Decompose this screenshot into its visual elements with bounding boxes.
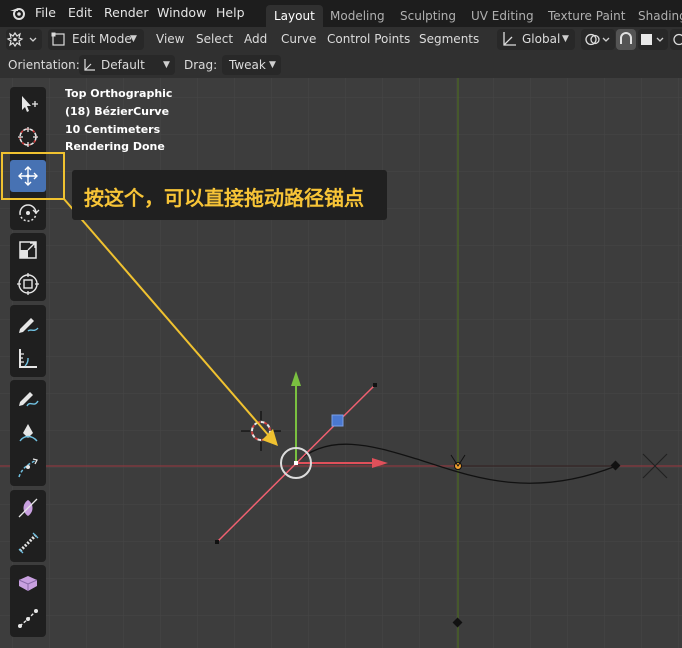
orientation-setting-label: Orientation: xyxy=(8,58,80,72)
view-name: Top Orthographic xyxy=(65,87,173,100)
grid-scale: 10 Centimeters xyxy=(65,123,161,136)
mode-label: Edit Mode xyxy=(72,32,132,46)
cursor-target-icon xyxy=(18,127,38,147)
curve-tilt-icon xyxy=(18,458,38,478)
render-status: Rendering Done xyxy=(65,140,165,153)
handle-point[interactable] xyxy=(215,540,219,544)
axes-icon xyxy=(503,32,516,46)
pivot-dropdown[interactable] xyxy=(581,29,615,50)
orientation-label: Global xyxy=(522,32,561,46)
menu-add[interactable]: Add xyxy=(244,32,267,46)
drag-setting-label: Drag: xyxy=(184,58,218,72)
extrude-to-cursor-tool[interactable] xyxy=(10,602,46,634)
tool-highlight-box xyxy=(1,152,65,200)
draw-pen-icon xyxy=(19,392,39,407)
annotate-tool[interactable] xyxy=(10,307,46,339)
menu-render[interactable]: Render xyxy=(104,5,149,20)
menu-segments[interactable]: Segments xyxy=(419,32,479,46)
menu-window[interactable]: Window xyxy=(157,5,206,20)
rotate-tool[interactable] xyxy=(10,197,46,229)
chevron-down-icon: ▼ xyxy=(562,34,569,44)
handle-point[interactable] xyxy=(373,383,377,387)
extrude-cursor-icon xyxy=(18,609,38,628)
viewport-grid xyxy=(0,78,682,648)
gizmo-xy-plane[interactable] xyxy=(331,414,344,427)
extrude-tool[interactable] xyxy=(10,566,46,598)
rotate-icon xyxy=(19,204,40,222)
top-bar: File Edit Render Window Help Layout Mode… xyxy=(0,0,682,27)
menu-edit[interactable]: Edit xyxy=(68,5,92,20)
transform-icon xyxy=(17,273,39,295)
menu-control-points[interactable]: Control Points xyxy=(327,32,410,46)
tab-texture-paint[interactable]: Texture Paint xyxy=(540,5,633,27)
menu-view[interactable]: View xyxy=(156,32,184,46)
measure-tool[interactable] xyxy=(10,342,46,374)
select-box-tool[interactable] xyxy=(10,88,46,120)
drag-setting-dropdown[interactable]: Tweak ▼ xyxy=(222,55,281,75)
editor-type-button[interactable] xyxy=(6,29,42,50)
active-control-point[interactable] xyxy=(294,461,298,465)
pen-nib-icon xyxy=(19,424,38,442)
3d-viewport[interactable] xyxy=(0,78,682,648)
cursor-tool[interactable] xyxy=(10,121,46,153)
tab-shading[interactable]: Shading xyxy=(630,5,682,27)
scale-tool[interactable] xyxy=(10,234,46,266)
snap-target-icon xyxy=(641,34,664,45)
proportional-icon xyxy=(673,33,682,46)
measure-ruler-icon xyxy=(19,349,37,368)
mode-dropdown[interactable]: Edit Mode ▼ xyxy=(48,29,144,50)
drag-setting-value: Tweak xyxy=(229,58,266,72)
annotation-text: 按这个，可以直接拖动路径锚点 xyxy=(84,186,364,210)
chevron-down-icon: ▼ xyxy=(163,60,170,70)
select-cursor-icon xyxy=(22,96,38,112)
menu-file[interactable]: File xyxy=(35,5,56,20)
radius-tool[interactable] xyxy=(10,492,46,524)
snap-toggle[interactable] xyxy=(616,29,636,50)
proportional-edit-button[interactable] xyxy=(670,29,682,50)
menu-select[interactable]: Select xyxy=(196,32,233,46)
viewport-header: Edit Mode ▼ View Select Add Curve Contro… xyxy=(0,27,682,52)
pivot-icon xyxy=(585,33,610,46)
menu-help[interactable]: Help xyxy=(216,5,245,20)
tab-modeling[interactable]: Modeling xyxy=(322,5,393,27)
transform-tool[interactable] xyxy=(10,268,46,300)
annotation-callout: 按这个，可以直接拖动路径锚点 xyxy=(72,170,387,220)
menu-curve[interactable]: Curve xyxy=(281,32,316,46)
annotate-pencil-icon xyxy=(19,318,39,333)
tab-layout[interactable]: Layout xyxy=(266,5,323,27)
chevron-down-icon: ▼ xyxy=(130,34,137,44)
scale-icon xyxy=(19,241,37,259)
draw-tool[interactable] xyxy=(10,382,46,414)
blender-logo-icon[interactable] xyxy=(9,5,27,21)
curve-tilt-tool[interactable] xyxy=(10,452,46,484)
extrude-box-icon xyxy=(18,576,38,591)
tab-uv-editing[interactable]: UV Editing xyxy=(463,5,542,27)
snap-dropdown[interactable] xyxy=(638,29,668,50)
edit-mode-icon xyxy=(51,32,65,46)
magnet-icon xyxy=(620,32,632,44)
orientation-axes-icon xyxy=(84,59,95,71)
object-name: (18) BézierCurve xyxy=(65,105,170,118)
transform-orientation-dropdown[interactable]: Global ▼ xyxy=(497,29,575,50)
randomize-icon xyxy=(18,532,39,554)
pen-tool[interactable] xyxy=(10,417,46,449)
orientation-setting-dropdown[interactable]: Default ▼ xyxy=(79,55,175,75)
chevron-down-icon: ▼ xyxy=(269,60,276,70)
randomize-tool[interactable] xyxy=(10,527,46,559)
viewport-scene xyxy=(0,78,682,648)
tab-sculpting[interactable]: Sculpting xyxy=(392,5,464,27)
tool-settings-bar: Orientation: Default ▼ Drag: Tweak ▼ xyxy=(0,52,682,78)
editor-type-icon xyxy=(6,31,37,48)
orientation-setting-value: Default xyxy=(101,58,145,72)
radius-icon xyxy=(18,498,38,518)
